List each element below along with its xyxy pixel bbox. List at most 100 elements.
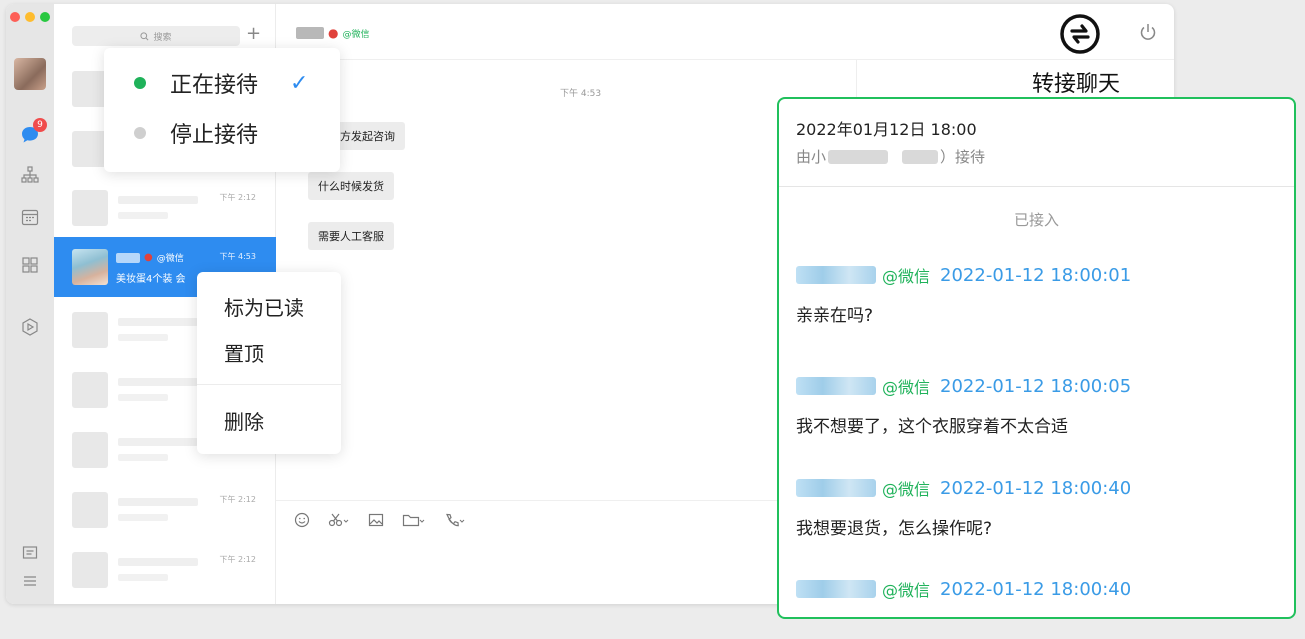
folder-icon [402,514,425,527]
strawberry-icon: ● [144,252,153,263]
context-menu: 标为已读 置顶 删除 [197,272,341,454]
search-placeholder: 搜索 [153,32,172,43]
blurred-name [116,252,140,263]
message-text: 我想要退货，怎么操作呢? [796,519,993,539]
message-text: 亲亲在吗? [796,306,874,326]
blurred-name [828,149,889,164]
blurred-name [796,479,876,497]
emoji-icon [294,512,310,528]
list-item-time: 下午 2:12 [219,555,256,564]
record-message: @微信 2022-01-12 18:00:01 亲亲在吗? [796,263,1286,326]
power-button[interactable] [1138,22,1158,47]
emoji-button[interactable] [294,512,310,532]
window-controls [10,12,50,22]
receiver-suffix: ）接待 [940,148,986,166]
grid-icon [22,257,38,273]
blurred-name [796,266,876,284]
plugin-nav-button[interactable] [19,316,41,338]
calendar-nav-button[interactable] [19,206,41,228]
list-item[interactable]: 下午 2:12 [54,540,276,600]
status-option-stopped[interactable]: 停止接待 [104,108,340,158]
channel-tag: @微信 [342,29,370,40]
add-conversation-button[interactable]: + [246,24,261,44]
contact-name: ● @微信 [296,26,370,40]
minimize-window-button[interactable] [25,12,35,22]
channel-tag: @微信 [882,267,931,286]
image-icon [368,513,384,527]
chat-record-panel: 2022年01月12日 18:00 由小 ）接待 已接入 @微信 2022-01… [777,97,1296,619]
message-text: 我不想要了，这个衣服穿着不太合适 [796,417,1068,437]
status-label: 正在接待 [170,73,259,98]
avatar [72,432,108,468]
avatar [72,71,108,107]
status-label: 停止接待 [170,123,259,148]
avatar [72,312,108,348]
user-avatar[interactable] [14,58,46,90]
org-nav-button[interactable] [19,164,41,186]
status-dot [134,127,146,139]
channel-tag: @微信 [882,480,931,499]
apps-nav-button[interactable] [19,254,41,276]
receiver-prefix: 由小 [796,148,827,166]
avatar [72,249,108,285]
list-item-name: ● @微信 [116,251,184,264]
chat-nav-button[interactable]: 9 [19,118,47,146]
system-time: 下午 4:53 [560,89,602,99]
transfer-chat-label: 转接聊天 [1032,72,1121,97]
list-item-time: 下午 2:12 [219,193,256,202]
search-icon [140,31,149,40]
avatar [72,492,108,528]
message-time: 2022-01-12 18:00:40 [940,578,1132,600]
image-button[interactable] [368,512,384,532]
pin-to-top-item[interactable]: 置顶 [224,338,264,367]
record-message: @微信 2022-01-12 18:00:05 我不想要了，这个衣服穿着不太合适 [796,374,1286,437]
avatar [72,372,108,408]
list-item-time: 下午 4:53 [219,252,256,261]
phone-icon [446,513,465,527]
feedback-nav-button[interactable] [19,542,41,564]
avatar [72,131,108,167]
blurred-name [796,377,876,395]
composer-toolbar [294,512,466,532]
channel-tag: @微信 [882,581,931,600]
list-item[interactable]: 下午 2:12 [54,178,276,238]
check-icon: ✓ [290,70,309,96]
close-window-button[interactable] [10,12,20,22]
message-time: 2022-01-12 18:00:40 [940,477,1132,499]
blurred-name [296,27,324,39]
list-item-preview: 美妆蛋4个装 会 [116,274,186,285]
record-message: @微信 2022-01-12 18:00:40 [796,577,1286,601]
plus-icon: + [246,23,262,44]
avatar [72,190,108,226]
blurred-name [796,580,876,598]
power-icon [1140,24,1156,40]
list-item[interactable]: 下午 2:12 [54,480,276,540]
record-message: @微信 2022-01-12 18:00:40 我想要退货，怎么操作呢? [796,476,1286,539]
record-receiver: 由小 ）接待 [796,146,985,167]
folder-button[interactable] [402,512,426,532]
channel-tag: @微信 [156,254,184,264]
phone-button[interactable] [444,512,466,532]
calendar-icon [21,209,39,226]
search-input[interactable]: 搜索 [72,26,240,46]
hexagon-icon [22,318,38,336]
strawberry-icon: ● [328,26,339,40]
message-time: 2022-01-12 18:00:05 [940,375,1132,397]
channel-tag: @微信 [882,378,931,397]
screenshot-button[interactable] [328,512,350,532]
org-chart-icon [21,166,39,183]
status-option-receiving[interactable]: 正在接待 ✓ [104,58,340,108]
message-box-icon [22,546,38,559]
record-status: 已接入 [1013,211,1059,229]
record-header: 2022年01月12日 18:00 由小 ）接待 [779,99,1294,187]
blurred-name [902,149,939,164]
maximize-window-button[interactable] [40,12,50,22]
menu-nav-button[interactable] [19,570,41,592]
transfer-icon [1060,14,1100,54]
transfer-chat-button[interactable] [1056,10,1104,58]
mark-as-read-item[interactable]: 标为已读 [224,292,304,321]
chat-header: ● @微信 [276,4,1174,60]
scissors-icon [328,513,349,527]
status-dropdown: 正在接待 ✓ 停止接待 [104,48,340,172]
delete-item[interactable]: 删除 [224,406,264,435]
